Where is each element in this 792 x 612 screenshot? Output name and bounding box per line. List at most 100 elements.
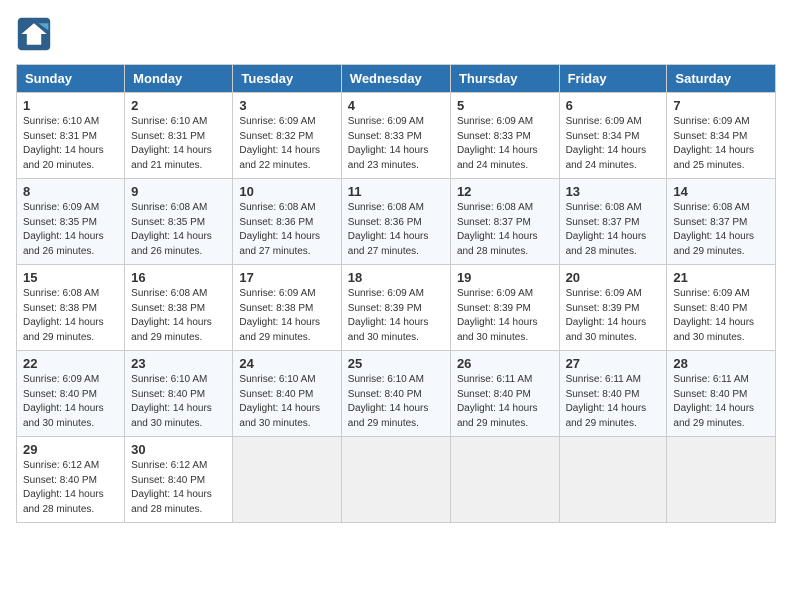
day-info: Sunrise: 6:08 AM Sunset: 8:38 PM Dayligh…: [131, 287, 226, 345]
day-number: 20: [566, 270, 661, 285]
day-number: 22: [23, 356, 118, 371]
day-info: Sunrise: 6:10 AM Sunset: 8:31 PM Dayligh…: [23, 115, 118, 173]
calendar-cell: [559, 437, 667, 523]
calendar-cell: 29 Sunrise: 6:12 AM Sunset: 8:40 PM Dayli…: [17, 437, 125, 523]
day-number: 2: [131, 98, 226, 113]
day-info: Sunrise: 6:11 AM Sunset: 8:40 PM Dayligh…: [457, 373, 553, 431]
day-info: Sunrise: 6:11 AM Sunset: 8:40 PM Dayligh…: [566, 373, 661, 431]
calendar-cell: [233, 437, 341, 523]
calendar-cell: 14 Sunrise: 6:08 AM Sunset: 8:37 PM Dayli…: [667, 179, 776, 265]
day-number: 9: [131, 184, 226, 199]
calendar-cell: 17Sunrise: 6:09 AM Sunset: 8:38 PM Dayli…: [233, 265, 341, 351]
calendar-cell: 27 Sunrise: 6:11 AM Sunset: 8:40 PM Dayli…: [559, 351, 667, 437]
calendar-cell: [341, 437, 450, 523]
calendar-cell: 23 Sunrise: 6:10 AM Sunset: 8:40 PM Dayli…: [125, 351, 233, 437]
calendar-cell: 21 Sunrise: 6:09 AM Sunset: 8:40 PM Dayli…: [667, 265, 776, 351]
calendar-cell: [450, 437, 559, 523]
day-info: Sunrise: 6:08 AM Sunset: 8:37 PM Dayligh…: [457, 201, 553, 259]
day-number: 26: [457, 356, 553, 371]
logo-icon: [16, 16, 52, 52]
day-number: 13: [566, 184, 661, 199]
day-number: 1: [23, 98, 118, 113]
day-info: Sunrise: 6:08 AM Sunset: 8:37 PM Dayligh…: [566, 201, 661, 259]
day-number: 21: [673, 270, 769, 285]
day-number: 10: [239, 184, 334, 199]
day-info: Sunrise: 6:11 AM Sunset: 8:40 PM Dayligh…: [673, 373, 769, 431]
calendar-cell: 1 Sunrise: 6:10 AM Sunset: 8:31 PM Daylig…: [17, 93, 125, 179]
day-number: 24: [239, 356, 334, 371]
calendar-cell: 2 Sunrise: 6:10 AM Sunset: 8:31 PM Daylig…: [125, 93, 233, 179]
day-info: Sunrise: 6:09 AM Sunset: 8:33 PM Dayligh…: [457, 115, 553, 173]
calendar-cell: 8 Sunrise: 6:09 AM Sunset: 8:35 PM Daylig…: [17, 179, 125, 265]
calendar-cell: 26 Sunrise: 6:11 AM Sunset: 8:40 PM Dayli…: [450, 351, 559, 437]
calendar-cell: 10 Sunrise: 6:08 AM Sunset: 8:36 PM Dayli…: [233, 179, 341, 265]
calendar-cell: 3 Sunrise: 6:09 AM Sunset: 8:32 PM Daylig…: [233, 93, 341, 179]
calendar-cell: 19 Sunrise: 6:09 AM Sunset: 8:39 PM Dayli…: [450, 265, 559, 351]
day-number: 15: [23, 270, 118, 285]
day-number: 6: [566, 98, 661, 113]
calendar-cell: 30 Sunrise: 6:12 AM Sunset: 8:40 PM Dayli…: [125, 437, 233, 523]
day-info: Sunrise: 6:09 AM Sunset: 8:40 PM Dayligh…: [673, 287, 769, 345]
day-number: 28: [673, 356, 769, 371]
weekday-header-wednesday: Wednesday: [341, 65, 450, 93]
calendar-cell: 13 Sunrise: 6:08 AM Sunset: 8:37 PM Dayli…: [559, 179, 667, 265]
day-info: Sunrise: 6:08 AM Sunset: 8:36 PM Dayligh…: [348, 201, 444, 259]
page-header: [16, 16, 776, 52]
day-number: 17: [239, 270, 334, 285]
day-info: Sunrise: 6:09 AM Sunset: 8:32 PM Dayligh…: [239, 115, 334, 173]
calendar-cell: 22 Sunrise: 6:09 AM Sunset: 8:40 PM Dayli…: [17, 351, 125, 437]
day-number: 16: [131, 270, 226, 285]
day-info: Sunrise: 6:10 AM Sunset: 8:40 PM Dayligh…: [239, 373, 334, 431]
day-info: Sunrise: 6:08 AM Sunset: 8:38 PM Dayligh…: [23, 287, 118, 345]
calendar-cell: 16 Sunrise: 6:08 AM Sunset: 8:38 PM Dayli…: [125, 265, 233, 351]
day-number: 25: [348, 356, 444, 371]
day-number: 8: [23, 184, 118, 199]
calendar-cell: 12Sunrise: 6:08 AM Sunset: 8:37 PM Dayli…: [450, 179, 559, 265]
day-number: 14: [673, 184, 769, 199]
day-number: 3: [239, 98, 334, 113]
calendar-cell: 9 Sunrise: 6:08 AM Sunset: 8:35 PM Daylig…: [125, 179, 233, 265]
calendar-cell: 24 Sunrise: 6:10 AM Sunset: 8:40 PM Dayli…: [233, 351, 341, 437]
weekday-header-friday: Friday: [559, 65, 667, 93]
calendar-cell: 28 Sunrise: 6:11 AM Sunset: 8:40 PM Dayli…: [667, 351, 776, 437]
day-number: 19: [457, 270, 553, 285]
day-number: 11: [348, 184, 444, 199]
weekday-header-thursday: Thursday: [450, 65, 559, 93]
day-info: Sunrise: 6:12 AM Sunset: 8:40 PM Dayligh…: [131, 459, 226, 517]
day-info: Sunrise: 6:12 AM Sunset: 8:40 PM Dayligh…: [23, 459, 118, 517]
calendar-table: SundayMondayTuesdayWednesdayThursdayFrid…: [16, 64, 776, 523]
day-number: 27: [566, 356, 661, 371]
calendar-cell: 5 Sunrise: 6:09 AM Sunset: 8:33 PM Daylig…: [450, 93, 559, 179]
weekday-header-tuesday: Tuesday: [233, 65, 341, 93]
day-info: Sunrise: 6:08 AM Sunset: 8:35 PM Dayligh…: [131, 201, 226, 259]
day-info: Sunrise: 6:09 AM Sunset: 8:35 PM Dayligh…: [23, 201, 118, 259]
day-number: 18: [348, 270, 444, 285]
day-info: Sunrise: 6:09 AM Sunset: 8:39 PM Dayligh…: [348, 287, 444, 345]
calendar-cell: 11 Sunrise: 6:08 AM Sunset: 8:36 PM Dayli…: [341, 179, 450, 265]
calendar-cell: 15 Sunrise: 6:08 AM Sunset: 8:38 PM Dayli…: [17, 265, 125, 351]
day-number: 29: [23, 442, 118, 457]
day-info: Sunrise: 6:09 AM Sunset: 8:34 PM Dayligh…: [673, 115, 769, 173]
calendar-cell: 25 Sunrise: 6:10 AM Sunset: 8:40 PM Dayli…: [341, 351, 450, 437]
day-number: 23: [131, 356, 226, 371]
calendar-cell: [667, 437, 776, 523]
day-info: Sunrise: 6:08 AM Sunset: 8:36 PM Dayligh…: [239, 201, 334, 259]
day-info: Sunrise: 6:10 AM Sunset: 8:31 PM Dayligh…: [131, 115, 226, 173]
day-info: Sunrise: 6:09 AM Sunset: 8:39 PM Dayligh…: [566, 287, 661, 345]
day-info: Sunrise: 6:10 AM Sunset: 8:40 PM Dayligh…: [348, 373, 444, 431]
weekday-header-monday: Monday: [125, 65, 233, 93]
logo: [16, 16, 56, 52]
day-info: Sunrise: 6:09 AM Sunset: 8:40 PM Dayligh…: [23, 373, 118, 431]
day-info: Sunrise: 6:08 AM Sunset: 8:37 PM Dayligh…: [673, 201, 769, 259]
day-number: 5: [457, 98, 553, 113]
day-number: 30: [131, 442, 226, 457]
day-info: Sunrise: 6:09 AM Sunset: 8:39 PM Dayligh…: [457, 287, 553, 345]
day-number: 7: [673, 98, 769, 113]
day-info: Sunrise: 6:10 AM Sunset: 8:40 PM Dayligh…: [131, 373, 226, 431]
calendar-cell: 20 Sunrise: 6:09 AM Sunset: 8:39 PM Dayli…: [559, 265, 667, 351]
calendar-cell: 6 Sunrise: 6:09 AM Sunset: 8:34 PM Daylig…: [559, 93, 667, 179]
day-info: Sunrise: 6:09 AM Sunset: 8:34 PM Dayligh…: [566, 115, 661, 173]
calendar-cell: 4 Sunrise: 6:09 AM Sunset: 8:33 PM Daylig…: [341, 93, 450, 179]
day-number: 4: [348, 98, 444, 113]
day-info: Sunrise: 6:09 AM Sunset: 8:33 PM Dayligh…: [348, 115, 444, 173]
